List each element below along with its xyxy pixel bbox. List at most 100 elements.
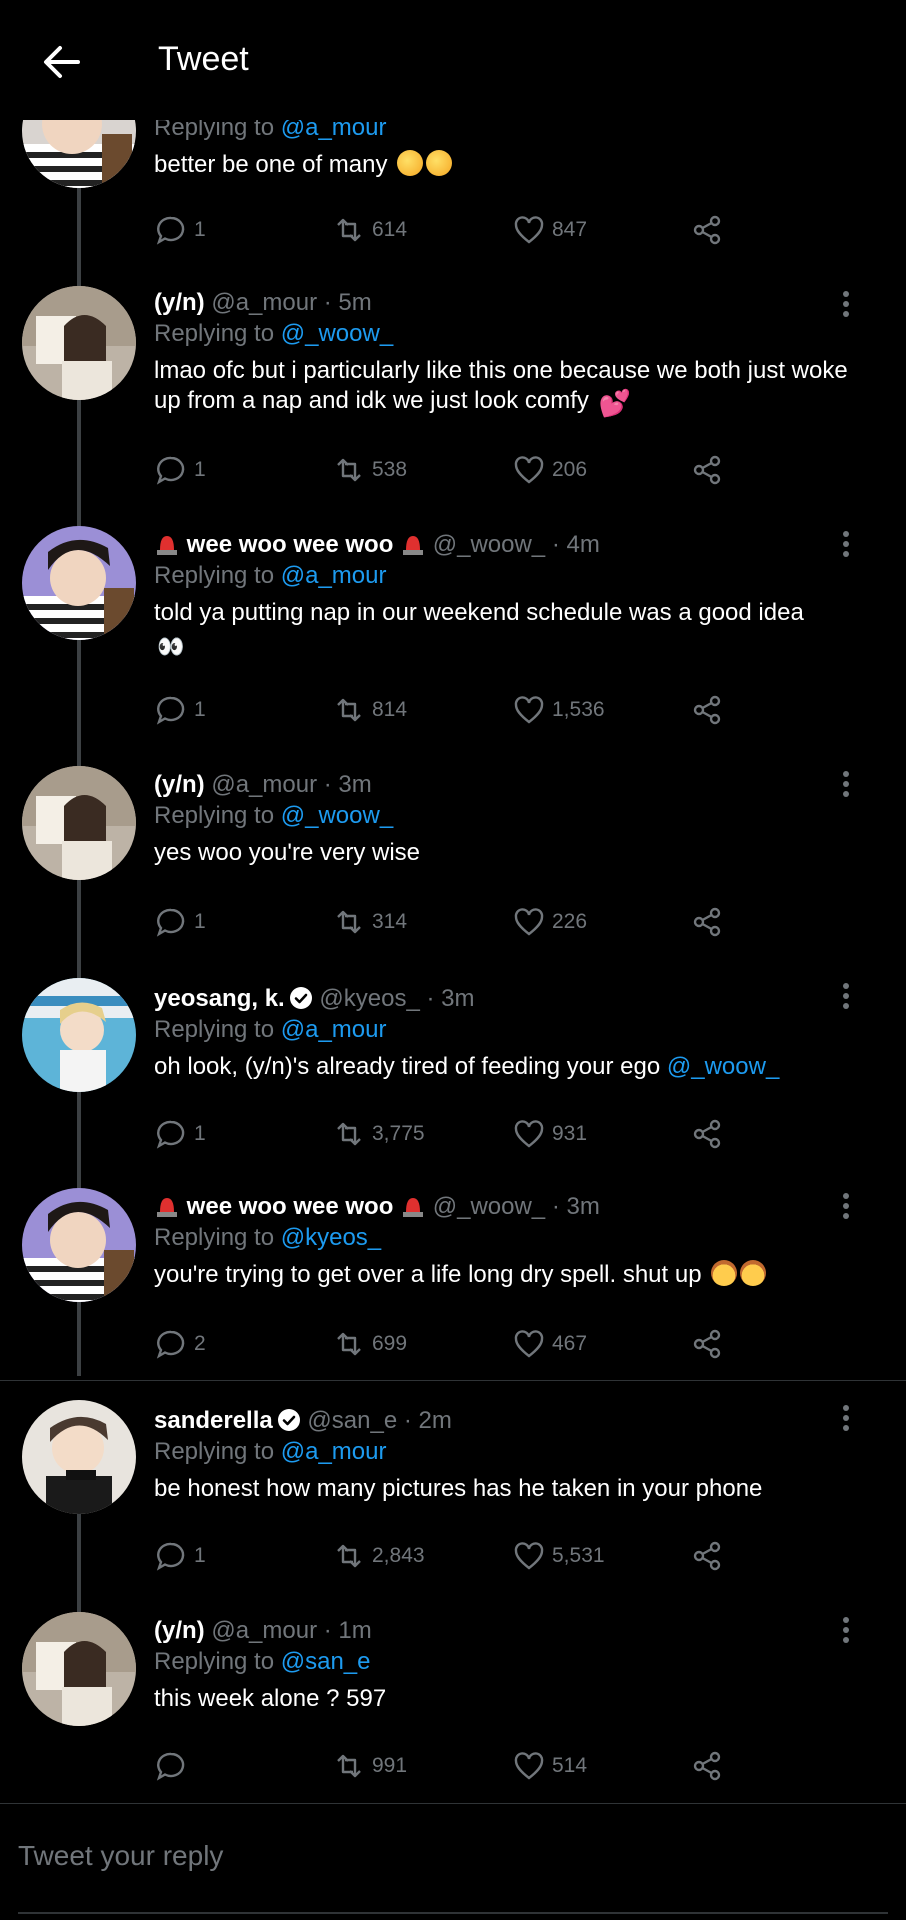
tweet-text: you're trying to get over a life long dr…: [154, 1260, 854, 1290]
like-button[interactable]: 206: [512, 450, 587, 490]
more-options-icon[interactable]: [836, 768, 856, 802]
avatar[interactable]: [22, 978, 136, 1092]
reply-icon: [156, 1542, 185, 1571]
handle[interactable]: @a_mour: [211, 1617, 317, 1644]
handle[interactable]: @kyeos_: [319, 985, 419, 1012]
retweet-button[interactable]: 2,843: [332, 1536, 425, 1576]
reply-button[interactable]: 1: [154, 690, 206, 730]
display-name[interactable]: sanderella: [154, 1407, 273, 1434]
reply-mention-link[interactable]: @san_e: [281, 1648, 371, 1675]
retweet-button[interactable]: 991: [332, 1746, 407, 1786]
avatar[interactable]: [22, 1400, 136, 1514]
reply-button[interactable]: 2: [154, 1324, 206, 1364]
handle[interactable]: @_woow_: [433, 531, 545, 558]
reply-button[interactable]: [154, 1746, 194, 1786]
display-name[interactable]: (y/n): [154, 1617, 205, 1644]
heart-icon: [514, 696, 544, 724]
display-name[interactable]: yeosang, k.: [154, 985, 285, 1012]
replying-to: Replying to @_woow_: [154, 802, 394, 829]
reply-mention-link[interactable]: @a_mour: [281, 562, 387, 589]
text-mention-link[interactable]: @_woow_: [667, 1053, 779, 1080]
more-options-icon[interactable]: [836, 1614, 856, 1648]
handle[interactable]: @a_mour: [211, 289, 317, 316]
like-button[interactable]: 226: [512, 902, 587, 942]
reply-mention-link[interactable]: @_woow_: [281, 320, 393, 347]
retweet-button[interactable]: 814: [332, 690, 407, 730]
tweet-text: lmao ofc but i particularly like this on…: [154, 357, 848, 418]
more-options-icon[interactable]: [836, 1402, 856, 1436]
reply-composer: [0, 1804, 906, 1920]
retweet-icon: [337, 1122, 361, 1146]
tweet-text: told ya putting nap in our weekend sched…: [154, 598, 854, 662]
display-name[interactable]: (y/n): [154, 289, 205, 316]
more-options-icon[interactable]: [836, 288, 856, 322]
cowboy-emoji-icon: [740, 1260, 767, 1286]
display-name[interactable]: wee woo wee woo: [187, 1193, 394, 1220]
share-button[interactable]: [690, 1536, 730, 1576]
siren-emoji-icon: [403, 536, 424, 555]
retweet-button[interactable]: 614: [332, 210, 407, 250]
share-button[interactable]: [690, 902, 730, 942]
avatar[interactable]: [22, 1188, 136, 1302]
timestamp: 2m: [418, 1407, 452, 1434]
thread-line: [77, 1514, 81, 1614]
reply-button[interactable]: 1: [154, 210, 206, 250]
eyes-emoji-icon: 👀: [157, 634, 185, 659]
more-options-icon[interactable]: [836, 528, 856, 562]
reply-button[interactable]: 1: [154, 1114, 206, 1154]
like-button[interactable]: 467: [512, 1324, 587, 1364]
reply-icon: [156, 1752, 185, 1781]
like-button[interactable]: 1,536: [512, 690, 605, 730]
handle[interactable]: @san_e: [307, 1407, 397, 1434]
share-button[interactable]: [690, 450, 730, 490]
retweet-button[interactable]: 3,775: [332, 1114, 425, 1154]
like-button[interactable]: 931: [512, 1114, 587, 1154]
replying-to: Replying to @kyeos_: [154, 1224, 382, 1251]
retweet-button[interactable]: 538: [332, 450, 407, 490]
share-button[interactable]: [690, 690, 730, 730]
timestamp: 1m: [338, 1617, 372, 1644]
share-button[interactable]: [690, 1746, 730, 1786]
reply-mention-link[interactable]: @a_mour: [281, 1438, 387, 1465]
like-button[interactable]: 847: [512, 210, 587, 250]
siren-emoji-icon: [403, 1198, 424, 1217]
retweet-button[interactable]: 314: [332, 902, 407, 942]
heart-icon: [514, 908, 544, 936]
reply-mention-link[interactable]: @_woow_: [281, 802, 393, 829]
share-button[interactable]: [690, 1114, 730, 1154]
verified-badge-icon: [289, 987, 312, 1009]
more-options-icon[interactable]: [836, 980, 856, 1014]
handle[interactable]: @a_mour: [211, 771, 317, 798]
retweet-icon: [337, 1332, 361, 1356]
share-icon: [693, 1329, 721, 1359]
display-name[interactable]: wee woo wee woo: [187, 531, 394, 558]
reply-mention-link[interactable]: @a_mour: [281, 1016, 387, 1043]
handle[interactable]: @_woow_: [433, 1193, 545, 1220]
avatar[interactable]: [22, 286, 136, 400]
avatar[interactable]: [22, 1612, 136, 1726]
tweet-text: better be one of many: [154, 150, 854, 180]
like-button[interactable]: 514: [512, 1746, 587, 1786]
display-name[interactable]: (y/n): [154, 771, 205, 798]
reply-button[interactable]: 1: [154, 902, 206, 942]
reply-input[interactable]: [18, 1826, 878, 1886]
share-icon: [693, 215, 721, 245]
share-button[interactable]: [690, 210, 730, 250]
like-button[interactable]: 5,531: [512, 1536, 605, 1576]
back-arrow-icon[interactable]: [38, 38, 86, 86]
avatar[interactable]: [22, 766, 136, 880]
avatar[interactable]: [22, 526, 136, 640]
share-button[interactable]: [690, 1324, 730, 1364]
heart-icon: [514, 216, 544, 244]
retweet-button[interactable]: 699: [332, 1324, 407, 1364]
reply-button[interactable]: 1: [154, 450, 206, 490]
more-options-icon[interactable]: [836, 1190, 856, 1224]
reply-mention-link[interactable]: @kyeos_: [281, 1224, 381, 1251]
verified-badge-icon: [277, 1409, 300, 1431]
timestamp: 5m: [338, 289, 372, 316]
reply-icon: [156, 1330, 185, 1359]
retweet-icon: [337, 910, 361, 934]
tweet-text: be honest how many pictures has he taken…: [154, 1475, 763, 1502]
reply-icon: [156, 456, 185, 485]
reply-button[interactable]: 1: [154, 1536, 206, 1576]
